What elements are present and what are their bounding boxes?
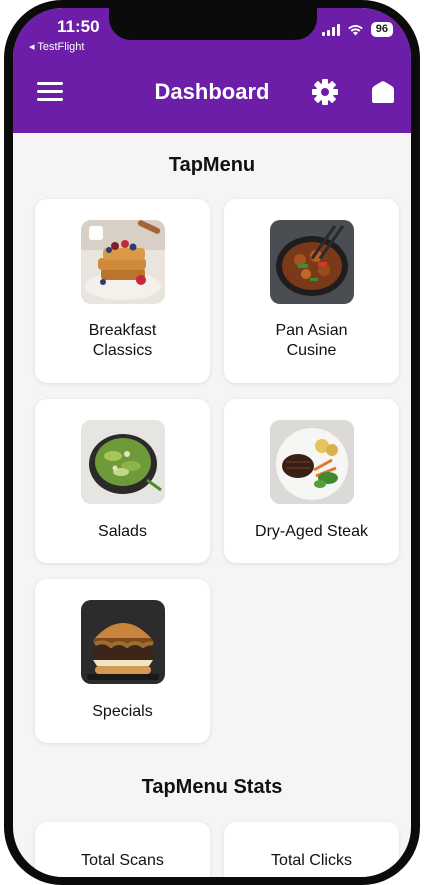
burger-photo (80, 600, 165, 684)
app-screen: 11:50 ◂ TestFlight 96 Dashboard TapMenu … (13, 8, 411, 877)
stat-label: Total Scans (81, 852, 164, 869)
menu-section-title: TapMenu (168, 154, 256, 176)
header-row: Dashboard (13, 74, 411, 110)
gear-icon[interactable] (311, 78, 339, 106)
stat-card-total-clicks: Total Clicks (224, 822, 399, 877)
category-label: Breakfast Classics (88, 322, 157, 359)
status-time: 11:50 (57, 17, 100, 36)
stat-card-total-scans: Total Scans (35, 822, 210, 877)
stats-section-title: TapMenu Stats (141, 776, 283, 798)
category-card-pan-asian-cusine[interactable]: Pan Asian Cusine (224, 199, 399, 383)
back-to-testflight-link[interactable]: ◂ TestFlight (29, 40, 84, 53)
page-title: Dashboard (154, 79, 270, 104)
device-notch (109, 8, 317, 40)
wifi-icon (347, 24, 363, 35)
category-card-breakfast-classics[interactable]: Breakfast Classics (35, 199, 210, 383)
stir-fry-pan-photo (269, 220, 354, 304)
category-label: Dry-Aged Steak (255, 523, 368, 540)
steak-plate-photo (269, 420, 354, 504)
app-header: 11:50 ◂ TestFlight 96 Dashboard (13, 8, 411, 133)
category-card-specials[interactable]: Specials (35, 579, 210, 743)
category-label: Salads (98, 523, 147, 540)
stat-label: Total Clicks (271, 852, 352, 869)
salad-bowl-photo (80, 420, 165, 504)
category-label: Specials (92, 703, 153, 720)
french-toast-photo (80, 220, 165, 304)
cellular-signal-icon (321, 23, 340, 36)
category-card-salads[interactable]: Salads (35, 399, 210, 563)
phone-frame: 11:50 ◂ TestFlight 96 Dashboard TapMenu … (4, 0, 420, 885)
status-icons: 96 (321, 22, 393, 37)
category-card-dry-aged-steak[interactable]: Dry-Aged Steak (224, 399, 399, 563)
home-icon[interactable] (369, 78, 397, 106)
battery-indicator: 96 (370, 22, 393, 37)
category-label: Pan Asian Cusine (275, 322, 348, 359)
